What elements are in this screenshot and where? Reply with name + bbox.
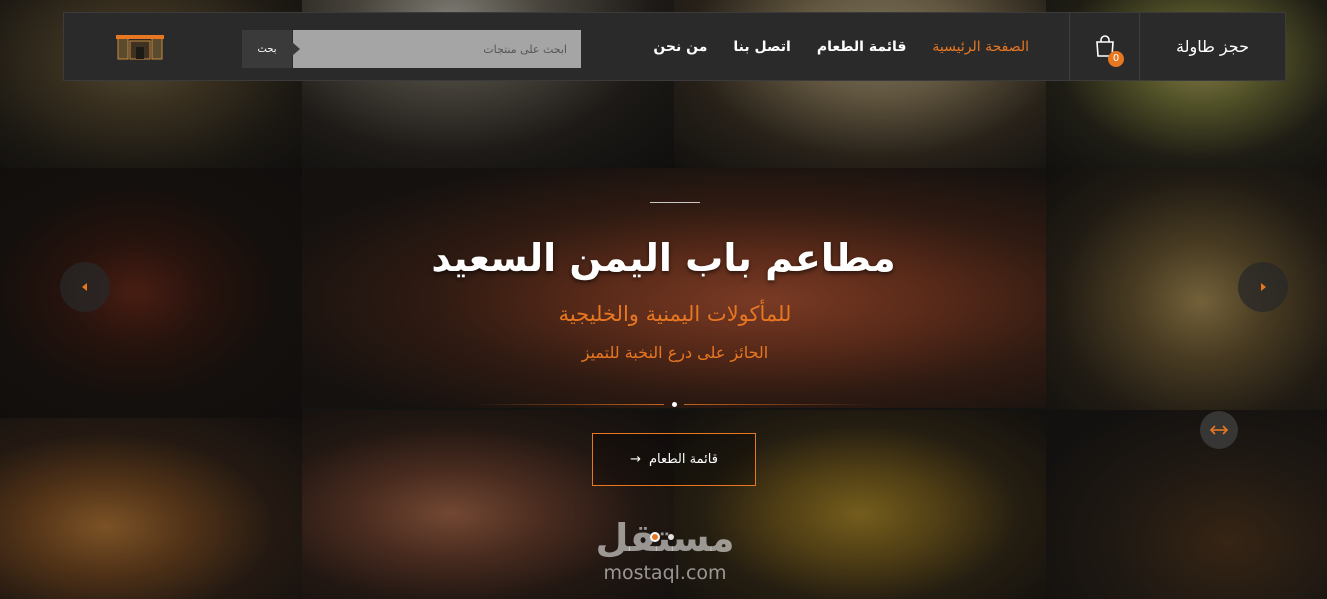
decorative-divider	[474, 404, 664, 405]
cart-button[interactable]: 0	[1069, 13, 1139, 80]
slider-next-button[interactable]	[1238, 262, 1288, 312]
hero-background	[0, 0, 1327, 599]
slider-dot-1[interactable]	[650, 532, 660, 542]
main-nav: الصفحة الرئيسية قائمة الطعام اتصل بنا من…	[653, 13, 1029, 80]
menu-button[interactable]: قائمة الطعام →	[592, 433, 756, 486]
chevron-left-icon	[82, 283, 87, 291]
hero-title: مطاعم باب اليمن السعيد	[431, 236, 896, 280]
menu-button-label: قائمة الطعام	[648, 452, 718, 467]
search-box	[293, 30, 581, 68]
restaurant-logo[interactable]	[112, 33, 168, 63]
book-table-link[interactable]: حجز طاولة	[1139, 13, 1285, 80]
chevron-right-icon	[1261, 283, 1266, 291]
dark-overlay	[0, 0, 1327, 599]
nav-about[interactable]: من نحن	[653, 39, 707, 55]
nav-menu[interactable]: قائمة الطعام	[817, 39, 907, 55]
search-button[interactable]: بحث	[242, 30, 300, 68]
nav-home[interactable]: الصفحة الرئيسية	[932, 39, 1029, 55]
cart-count-badge: 0	[1108, 51, 1124, 67]
slider-pagination	[650, 532, 674, 542]
hero-subtitle: للمأكولات اليمنية والخليجية	[558, 302, 792, 326]
arrow-right-icon: →	[630, 452, 641, 467]
decorative-line	[650, 202, 700, 203]
site-header: حجز طاولة 0 الصفحة الرئيسية قائمة الطعام…	[63, 12, 1286, 81]
hero-tagline: الحائز على درع النخبة للتميز	[581, 343, 769, 362]
slider-prev-button[interactable]	[60, 262, 110, 312]
decorative-divider	[684, 404, 874, 405]
slider-dot-2[interactable]	[668, 534, 674, 540]
decorative-dot	[672, 402, 677, 407]
nav-contact[interactable]: اتصل بنا	[733, 39, 790, 55]
swap-arrows-icon[interactable]	[1200, 411, 1238, 449]
search-input[interactable]	[293, 30, 581, 68]
